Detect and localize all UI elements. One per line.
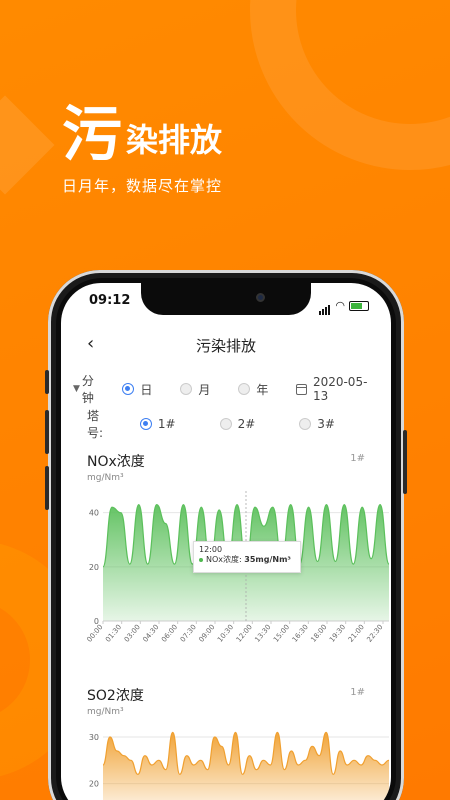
x-tick-label: 04:30 (141, 623, 160, 644)
nox-chart-title: NOx浓度 (87, 454, 145, 470)
tooltip-label: NOx浓度: (206, 555, 245, 564)
radio-label: 日 (140, 382, 153, 397)
camera-icon (256, 293, 265, 302)
radio-button-icon (219, 418, 232, 430)
y-tick-label: 30 (89, 733, 99, 742)
nox-chart-tag: 1# (350, 453, 365, 464)
chevron-left-icon[interactable]: ‹ (87, 333, 94, 354)
radio-label: 月 (198, 382, 211, 397)
radio-tower-1[interactable]: 1# (139, 417, 176, 431)
phone-screen: 09:12 ◠ ‹ 污染排放 ▼ 分钟 日 月 年 2020-05-13 塔号:… (61, 283, 391, 800)
phone-frame: 09:12 ◠ ‹ 污染排放 ▼ 分钟 日 月 年 2020-05-13 塔号:… (45, 270, 407, 800)
radio-year[interactable]: 年 (238, 381, 268, 398)
x-tick-label: 10:30 (216, 623, 235, 644)
decor-chevron (0, 95, 55, 195)
hero-subtitle: 日月年，数据尽在掌控 (62, 177, 223, 195)
so2-chart-tag: 1# (350, 687, 365, 698)
status-icons: ◠ (319, 296, 369, 315)
battery-icon (349, 300, 369, 311)
tower-label: 塔号: (87, 409, 104, 440)
so2-chart[interactable]: 2030 (61, 717, 391, 800)
tooltip-time: 12:00 (199, 545, 223, 554)
unit-dropdown[interactable]: ▼ 分钟 (73, 372, 104, 406)
nav-bar: ‹ 污染排放 (61, 331, 391, 361)
x-tick-label: 07:30 (179, 623, 198, 644)
radio-button-icon (238, 383, 251, 395)
phone-notch (141, 283, 311, 315)
radio-label: 2# (237, 417, 256, 431)
radio-button-icon (299, 418, 312, 430)
x-tick-label: 06:00 (160, 623, 179, 644)
so2-chart-title: SO2浓度 (87, 688, 144, 704)
x-tick-label: 09:00 (197, 623, 216, 644)
y-tick-label: 20 (89, 563, 99, 572)
nox-chart-unit: mg/Nm³ (87, 473, 124, 483)
unit-dropdown-label: 分钟 (81, 374, 94, 405)
wifi-icon: ◠ (335, 299, 345, 312)
radio-button-icon (122, 383, 135, 395)
phone-side-button (45, 370, 49, 394)
chart-tooltip: 12:00 NOx浓度: 35mg/Nm³ (193, 541, 301, 573)
x-tick-label: 21:00 (347, 623, 366, 644)
x-tick-label: 00:00 (85, 623, 104, 644)
calendar-icon (296, 383, 307, 395)
phone-bezel: 09:12 ◠ ‹ 污染排放 ▼ 分钟 日 月 年 2020-05-13 塔号:… (56, 278, 396, 800)
date-value: 2020-05-13 (312, 375, 368, 403)
radio-button-icon (180, 383, 193, 395)
radio-label: 1# (157, 417, 176, 431)
x-tick-label: 03:00 (123, 623, 142, 644)
phone-side-button (45, 410, 49, 454)
y-tick-label: 40 (89, 509, 99, 518)
phone-side-button (403, 430, 407, 494)
hero-title: 染排放 (126, 121, 223, 159)
radio-button-icon (139, 418, 152, 430)
decor-ring (250, 0, 450, 170)
x-tick-label: 01:30 (104, 623, 123, 644)
date-picker[interactable]: 2020-05-13 (296, 375, 379, 403)
x-tick-label: 13:30 (253, 623, 272, 644)
x-tick-label: 19:30 (328, 623, 347, 644)
phone-side-button (45, 466, 49, 510)
x-tick-label: 15:00 (272, 623, 291, 644)
tower-selector: 塔号: 1# 2# 3# (87, 409, 379, 440)
radio-month[interactable]: 月 (180, 381, 210, 398)
time-filter-bar: ▼ 分钟 日 月 年 2020-05-13 (73, 374, 379, 405)
x-tick-label: 12:00 (235, 623, 254, 644)
radio-label: 年 (256, 382, 269, 397)
radio-day[interactable]: 日 (122, 381, 152, 398)
x-tick-label: 22:30 (365, 623, 384, 644)
tooltip-value: 35mg/Nm³ (244, 555, 291, 564)
so2-chart-unit: mg/Nm³ (87, 707, 124, 717)
hero-big-char: 污 (62, 100, 122, 170)
x-tick-label: 18:00 (309, 623, 328, 644)
status-time: 09:12 (89, 293, 131, 308)
triangle-down-icon: ▼ (73, 384, 80, 394)
series-dot-icon (199, 557, 203, 562)
y-tick-label: 20 (89, 780, 99, 789)
page-title: 污染排放 (195, 337, 256, 355)
radio-tower-3[interactable]: 3# (299, 417, 335, 431)
radio-label: 3# (317, 417, 335, 431)
hero-header: 污染排放 日月年，数据尽在掌控 (62, 105, 222, 196)
radio-tower-2[interactable]: 2# (219, 417, 256, 431)
signal-icon (319, 296, 331, 315)
x-tick-label: 16:30 (291, 623, 310, 644)
